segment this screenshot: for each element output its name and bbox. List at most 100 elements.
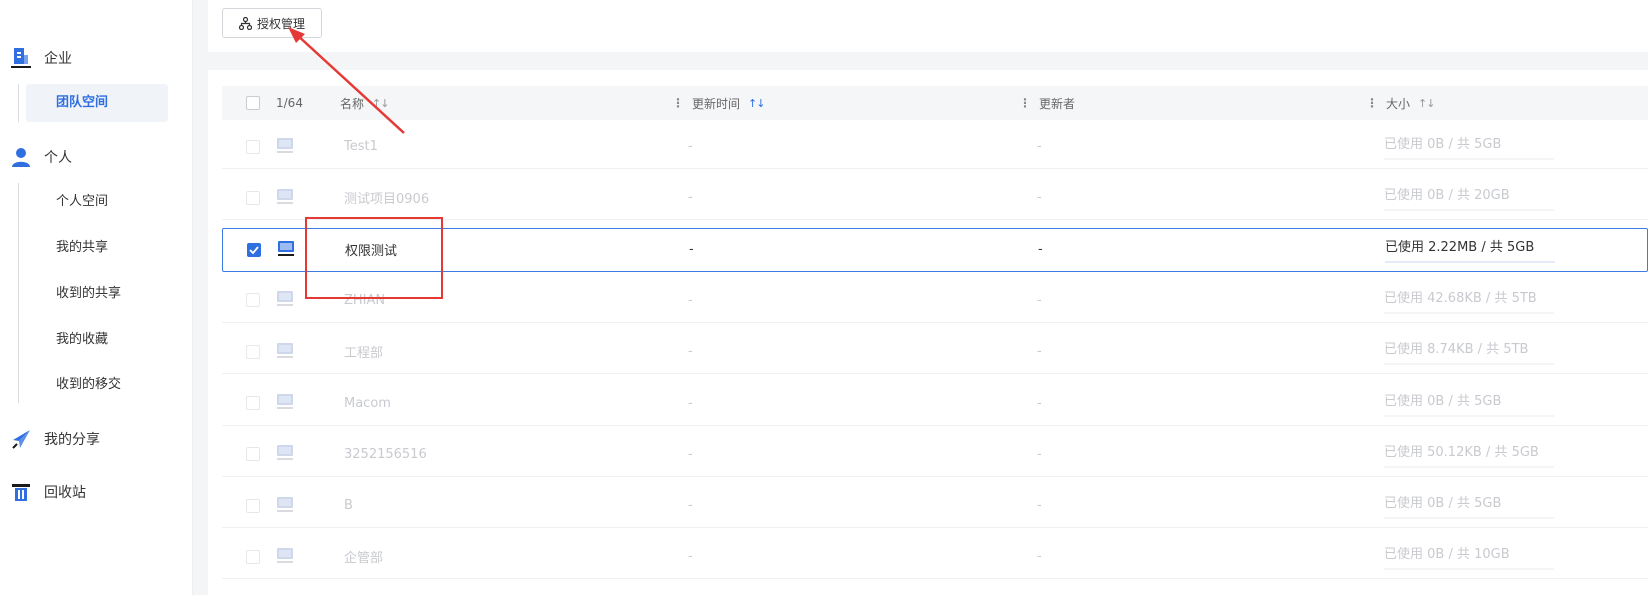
table-row[interactable]: Macom - - 已使用 0B / 共 5GB bbox=[222, 382, 1648, 426]
row-updater: - bbox=[1038, 242, 1043, 258]
row-size: 已使用 0B / 共 20GB bbox=[1384, 176, 1554, 219]
nav-my-shares-label: 我的分享 bbox=[44, 432, 100, 448]
sidebar-item-received-shares[interactable]: 收到的共享 bbox=[26, 275, 168, 313]
row-size-text: 已使用 0B / 共 20GB bbox=[1384, 188, 1510, 204]
row-updater: - bbox=[1037, 498, 1042, 514]
row-name[interactable]: B bbox=[344, 484, 353, 527]
table-row[interactable]: 测试项目0906 - - 已使用 0B / 共 20GB bbox=[222, 176, 1648, 221]
row-checkbox[interactable] bbox=[247, 242, 261, 257]
row-size: 已使用 0B / 共 5GB bbox=[1384, 382, 1554, 425]
selection-count: 1/64 bbox=[276, 96, 303, 110]
table-row[interactable]: Test1 - - 已使用 0B / 共 5GB bbox=[222, 125, 1648, 169]
column-header-updated-time[interactable]: ⋮ 更新时间 ↑↓ bbox=[672, 86, 765, 120]
row-checkbox[interactable] bbox=[246, 344, 260, 359]
row-size: 已使用 8.74KB / 共 5TB bbox=[1384, 330, 1554, 373]
usage-bar bbox=[1384, 209, 1554, 212]
nav-personal-label: 个人 bbox=[44, 150, 72, 166]
team-space-icon bbox=[276, 546, 294, 568]
nav-personal[interactable]: 个人 bbox=[8, 139, 72, 175]
sidebar-item-personal-space[interactable]: 个人空间 bbox=[26, 183, 168, 221]
column-header-name[interactable]: 名称 ↑↓ bbox=[340, 86, 389, 120]
row-name[interactable]: 工程部 bbox=[344, 330, 383, 373]
usage-bar bbox=[1384, 414, 1554, 417]
nav-recycle-bin[interactable]: 回收站 bbox=[8, 474, 86, 510]
table-row[interactable]: 工程部 - - 已使用 8.74KB / 共 5TB bbox=[222, 330, 1648, 375]
row-updated-time: - bbox=[688, 446, 693, 462]
row-size-text: 已使用 50.12KB / 共 5GB bbox=[1384, 444, 1539, 460]
row-name[interactable]: Test1 bbox=[344, 125, 378, 168]
usage-bar bbox=[1384, 517, 1554, 520]
row-size: 已使用 42.68KB / 共 5TB bbox=[1384, 279, 1554, 322]
row-updater: - bbox=[1037, 395, 1042, 411]
row-updated-time: - bbox=[688, 292, 693, 308]
row-updater: - bbox=[1037, 190, 1042, 206]
row-checkbox[interactable] bbox=[246, 396, 260, 410]
usage-bar bbox=[1384, 465, 1554, 468]
team-space-icon bbox=[276, 187, 294, 209]
tree-line bbox=[18, 84, 19, 122]
row-updater: - bbox=[1037, 292, 1042, 308]
sidebar-item-received-transfers[interactable]: 收到的移交 bbox=[26, 366, 168, 404]
row-size-text: 已使用 0B / 共 10GB bbox=[1384, 547, 1510, 563]
sort-icon[interactable]: ↑↓ bbox=[1418, 97, 1435, 110]
row-size: 已使用 0B / 共 5GB bbox=[1384, 125, 1554, 168]
sidebar-item-my-shares[interactable]: 我的共享 bbox=[26, 229, 168, 267]
column-header-size[interactable]: ⋮ 大小 ↑↓ bbox=[1366, 86, 1435, 120]
column-header-updater[interactable]: ⋮ 更新者 bbox=[1019, 86, 1075, 120]
table-row[interactable]: B - - 已使用 0B / 共 5GB bbox=[222, 484, 1648, 529]
team-space-icon bbox=[276, 289, 294, 311]
nav-my-shares[interactable]: 我的分享 bbox=[8, 421, 100, 457]
row-checkbox[interactable] bbox=[246, 139, 260, 154]
select-all-checkbox[interactable] bbox=[246, 96, 260, 110]
row-size: 已使用 50.12KB / 共 5GB bbox=[1384, 433, 1554, 476]
row-updated-time: - bbox=[688, 190, 693, 206]
trash-icon bbox=[8, 479, 34, 505]
row-name[interactable]: Macom bbox=[344, 382, 391, 425]
row-updated-time: - bbox=[688, 344, 693, 360]
usage-bar bbox=[1384, 568, 1554, 571]
column-resize-handle[interactable]: ⋮ bbox=[1019, 96, 1031, 110]
row-size: 已使用 0B / 共 10GB bbox=[1384, 535, 1554, 578]
row-updater: - bbox=[1037, 549, 1042, 565]
row-name[interactable]: 测试项目0906 bbox=[344, 176, 429, 219]
row-checkbox[interactable] bbox=[246, 293, 260, 308]
nav-enterprise[interactable]: 企业 bbox=[8, 40, 72, 76]
row-updater: - bbox=[1037, 446, 1042, 462]
team-space-icon bbox=[277, 239, 295, 261]
team-space-icon bbox=[276, 136, 294, 158]
row-size: 已使用 0B / 共 5GB bbox=[1384, 484, 1554, 527]
toolbar: 授权管理 bbox=[208, 0, 1648, 52]
user-icon bbox=[8, 144, 34, 170]
sidebar-item-my-favorites[interactable]: 我的收藏 bbox=[26, 321, 168, 359]
highlight-box bbox=[305, 217, 443, 299]
usage-bar bbox=[1385, 261, 1555, 264]
sort-icon[interactable]: ↑↓ bbox=[748, 97, 765, 110]
row-checkbox[interactable] bbox=[246, 549, 260, 564]
row-size-text: 已使用 0B / 共 5GB bbox=[1384, 137, 1502, 152]
team-space-icon bbox=[276, 443, 294, 465]
file-table-panel: 1/64 名称 ↑↓ ⋮ 更新时间 ↑↓ ⋮ 更新者 ⋮ 大小 ↑↓ Test1… bbox=[208, 70, 1648, 595]
authorization-management-button[interactable]: 授权管理 bbox=[222, 8, 322, 38]
row-checkbox[interactable] bbox=[246, 447, 260, 462]
nav-recycle-bin-label: 回收站 bbox=[44, 485, 86, 501]
paper-plane-icon bbox=[8, 426, 34, 452]
sidebar-item-team-space[interactable]: 团队空间 bbox=[26, 84, 168, 122]
row-name[interactable]: 企管部 bbox=[344, 535, 383, 578]
row-name[interactable]: 3252156516 bbox=[344, 433, 427, 476]
row-size: 已使用 2.22MB / 共 5GB bbox=[1385, 229, 1555, 271]
row-size-text: 已使用 0B / 共 5GB bbox=[1384, 393, 1502, 409]
org-chart-icon bbox=[238, 16, 252, 30]
table-row[interactable]: 企管部 - - 已使用 0B / 共 10GB bbox=[222, 535, 1648, 580]
row-checkbox[interactable] bbox=[246, 190, 260, 205]
row-size-text: 已使用 42.68KB / 共 5TB bbox=[1384, 290, 1537, 306]
sidebar: 企业 团队空间 个人 个人空间 我的共享 收到的共享 我的收藏 收到的移交 我的… bbox=[0, 0, 193, 595]
table-row[interactable]: 3252156516 - - 已使用 50.12KB / 共 5GB bbox=[222, 433, 1648, 477]
row-updated-time: - bbox=[689, 242, 694, 258]
column-resize-handle[interactable]: ⋮ bbox=[1366, 96, 1378, 110]
row-updated-time: - bbox=[688, 549, 693, 565]
nav-enterprise-label: 企业 bbox=[44, 51, 72, 67]
sort-icon[interactable]: ↑↓ bbox=[372, 97, 389, 110]
column-resize-handle[interactable]: ⋮ bbox=[672, 96, 684, 110]
row-checkbox[interactable] bbox=[246, 498, 260, 513]
row-updated-time: - bbox=[688, 139, 693, 154]
